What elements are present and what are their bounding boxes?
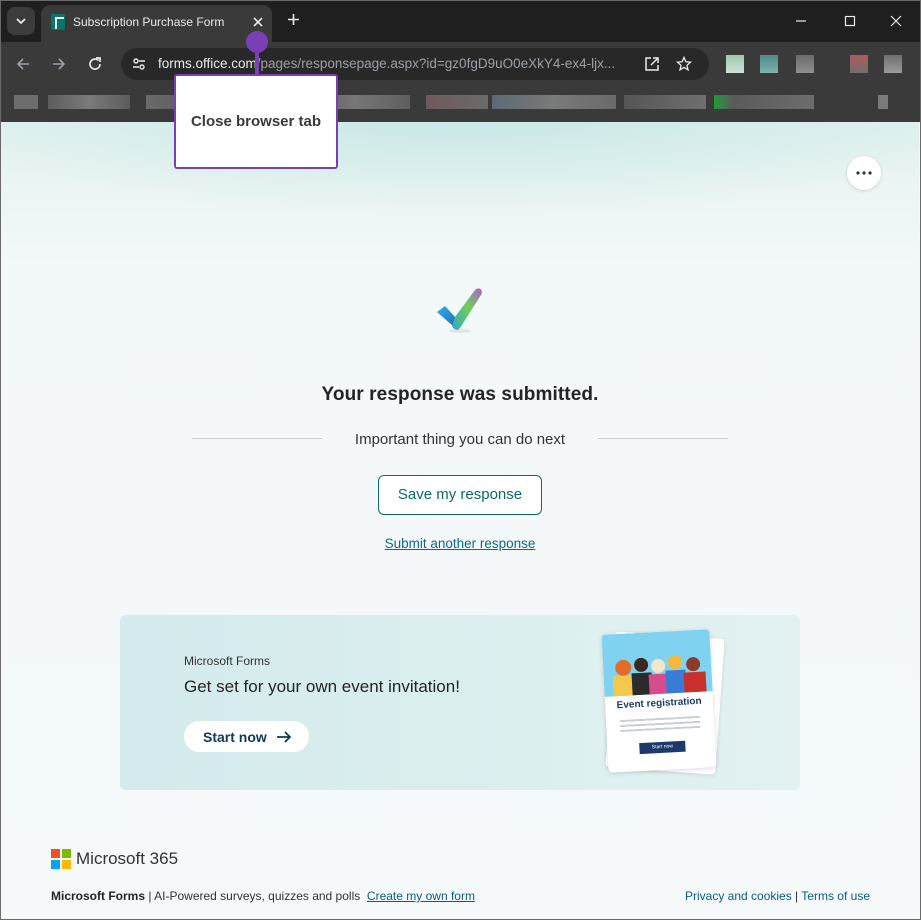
- minimize-icon: [796, 20, 806, 22]
- create-form-link[interactable]: Create my own form: [367, 889, 475, 903]
- extension-icon[interactable]: [796, 55, 814, 73]
- tooltip-anchor-dot: [246, 31, 268, 53]
- footer-product: Microsoft Forms: [51, 889, 146, 903]
- card-title: Event registration: [616, 695, 702, 712]
- more-icon: [856, 171, 872, 175]
- bookmark-item[interactable]: [426, 95, 488, 109]
- extension-icon[interactable]: [850, 55, 868, 73]
- tab-search-button[interactable]: [7, 7, 35, 35]
- reload-icon: [89, 57, 101, 70]
- bookmark-item[interactable]: [48, 95, 130, 109]
- logo-text: Microsoft 365: [76, 849, 179, 868]
- page-content: Your response was submitted. Important t…: [1, 122, 919, 919]
- bookmark-item[interactable]: [714, 95, 814, 109]
- start-now-button[interactable]: Start now: [184, 721, 309, 752]
- browser-toolbar: forms.office.com/pages/responsepage.aspx…: [0, 42, 921, 86]
- bookmarks-bar: [0, 86, 921, 122]
- bookmark-item[interactable]: [878, 95, 888, 109]
- close-tab-button[interactable]: [249, 13, 267, 31]
- bookmark-item[interactable]: [14, 95, 38, 109]
- close-icon: [890, 15, 902, 27]
- people-illustration: [601, 629, 713, 697]
- header-background: [1, 122, 919, 222]
- close-window-button[interactable]: [881, 6, 911, 36]
- star-icon[interactable]: [674, 54, 694, 74]
- confirmation-heading: Your response was submitted.: [321, 384, 599, 405]
- bookmark-item[interactable]: [624, 95, 706, 109]
- card-button: Start now: [639, 740, 686, 755]
- open-in-app-icon[interactable]: [642, 54, 662, 74]
- footer-left: Microsoft Forms | AI-Powered surveys, qu…: [51, 889, 475, 903]
- checkmark-icon: [437, 288, 482, 333]
- close-icon: [253, 17, 263, 27]
- terms-link[interactable]: Terms of use: [801, 889, 870, 903]
- extension-icon[interactable]: [726, 55, 744, 73]
- url-host: forms.office.com: [158, 56, 257, 71]
- footer-tagline: AI-Powered surveys, quizzes and polls: [154, 889, 361, 903]
- back-button[interactable]: [10, 51, 36, 77]
- forms-favicon-icon: [51, 14, 65, 30]
- footer-separator: |: [791, 889, 802, 903]
- event-card-illustration: Event registration Start now: [601, 629, 717, 773]
- submit-another-link[interactable]: Submit another response: [1, 536, 919, 551]
- microsoft-365-logo: Microsoft 365: [51, 849, 178, 869]
- promo-title: Get set for your own event invitation!: [184, 677, 460, 696]
- card-text-lines: [619, 715, 701, 733]
- more-options-button[interactable]: [847, 156, 881, 190]
- url-path: /pages/responsepage.aspx?id=gz0fgD9uO0eX…: [256, 56, 616, 71]
- promo-banner: Microsoft Forms Get set for your own eve…: [120, 615, 800, 790]
- promo-brand: Microsoft Forms: [184, 654, 271, 668]
- chevron-down-icon: [16, 18, 26, 25]
- plus-icon: [287, 14, 299, 25]
- minimize-button[interactable]: [786, 6, 816, 36]
- maximize-icon: [844, 15, 856, 27]
- new-tab-button[interactable]: [282, 9, 304, 31]
- back-arrow-icon: [16, 58, 29, 70]
- microsoft-logo-icon: [51, 849, 71, 869]
- tab-title: Subscription Purchase Form: [73, 15, 225, 29]
- footer-right: Privacy and cookies | Terms of use: [685, 889, 870, 903]
- site-info-icon[interactable]: [129, 54, 149, 74]
- divider: [192, 438, 322, 439]
- next-steps-label: Important thing you can do next: [354, 431, 566, 448]
- start-now-label: Start now: [203, 728, 267, 745]
- reload-button[interactable]: [82, 51, 108, 77]
- maximize-button[interactable]: [835, 6, 865, 36]
- save-response-button[interactable]: Save my response: [378, 475, 542, 515]
- extension-icon[interactable]: [760, 55, 778, 73]
- arrow-right-icon: [276, 730, 292, 744]
- browser-tab[interactable]: Subscription Purchase Form: [41, 5, 272, 42]
- tooltip: Close browser tab: [174, 74, 338, 169]
- url-text[interactable]: forms.office.com/pages/responsepage.aspx…: [158, 56, 632, 71]
- extension-icon[interactable]: [884, 55, 902, 73]
- footer-separator: |: [145, 889, 155, 903]
- tab-strip: Subscription Purchase Form: [0, 0, 921, 42]
- forward-button[interactable]: [46, 51, 72, 77]
- bookmark-item[interactable]: [492, 95, 616, 109]
- divider: [598, 438, 728, 439]
- forward-arrow-icon: [53, 58, 66, 70]
- privacy-link[interactable]: Privacy and cookies: [685, 889, 792, 903]
